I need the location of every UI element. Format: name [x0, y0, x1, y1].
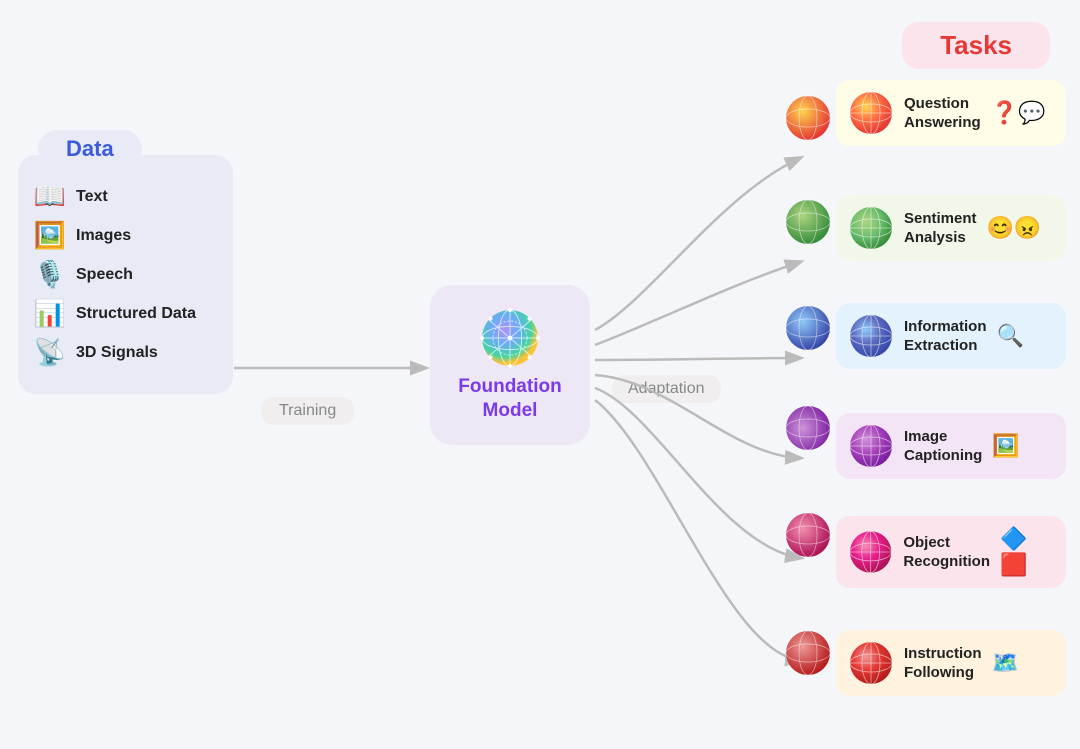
task-card-ic: ImageCaptioning 🖼️	[836, 413, 1066, 479]
task-card-ie: InformationExtraction 🔍	[836, 303, 1066, 369]
data-section-title: Data	[38, 130, 142, 168]
ie-icons: 🔍	[997, 323, 1024, 349]
data-item-3dsignals-label: 3D Signals	[76, 344, 158, 362]
or-icons: 🔷🟥	[1000, 526, 1054, 578]
data-item-text-label: Text	[76, 188, 108, 206]
text-icon: 📖	[32, 181, 68, 212]
or-sphere	[848, 529, 893, 575]
ie-task-label: InformationExtraction	[904, 317, 987, 356]
data-item-speech: 🎙️ Speech	[32, 259, 219, 290]
sa-task-label: SentimentAnalysis	[904, 209, 977, 248]
qa-task-label: QuestionAnswering	[904, 94, 981, 133]
ic-task-label: ImageCaptioning	[904, 427, 982, 466]
training-label: Training	[261, 397, 354, 425]
sa-sphere	[848, 205, 894, 251]
speech-icon: 🎙️	[32, 259, 68, 290]
if-task-label: InstructionFollowing	[904, 644, 982, 683]
structured-icon: 📊	[32, 298, 68, 329]
images-icon: 🖼️	[32, 220, 68, 251]
data-item-images: 🖼️ Images	[32, 220, 219, 251]
task-card-or: ObjectRecognition 🔷🟥	[836, 516, 1066, 588]
ic-icons: 🖼️	[992, 433, 1019, 459]
qa-sphere	[848, 90, 894, 136]
adaptation-label: Adaptation	[612, 375, 721, 403]
foundation-model-box: FoundationModel	[430, 285, 590, 445]
if-sphere	[848, 640, 894, 686]
task-card-qa: QuestionAnswering ❓💬	[836, 80, 1066, 146]
data-item-3dsignals: 📡 3D Signals	[32, 337, 219, 368]
ie-sphere	[848, 313, 894, 359]
qa-icons: ❓💬	[991, 100, 1046, 126]
data-item-speech-label: Speech	[76, 266, 133, 284]
data-panel: 📖 Text 🖼️ Images 🎙️ Speech 📊 Structured …	[18, 155, 233, 394]
data-item-structured-label: Structured Data	[76, 305, 196, 323]
data-item-text: 📖 Text	[32, 181, 219, 212]
sa-icons: 😊😠	[987, 215, 1042, 241]
3dsignals-icon: 📡	[32, 337, 68, 368]
if-icons: 🗺️	[992, 650, 1019, 676]
task-card-sa: SentimentAnalysis 😊😠	[836, 195, 1066, 261]
or-task-label: ObjectRecognition	[903, 533, 990, 572]
data-item-images-label: Images	[76, 227, 131, 245]
foundation-model-label: FoundationModel	[458, 375, 561, 423]
task-card-if: InstructionFollowing 🗺️	[836, 630, 1066, 696]
data-item-structured: 📊 Structured Data	[32, 298, 219, 329]
ic-sphere	[848, 423, 894, 469]
tasks-title: Tasks	[902, 22, 1050, 69]
